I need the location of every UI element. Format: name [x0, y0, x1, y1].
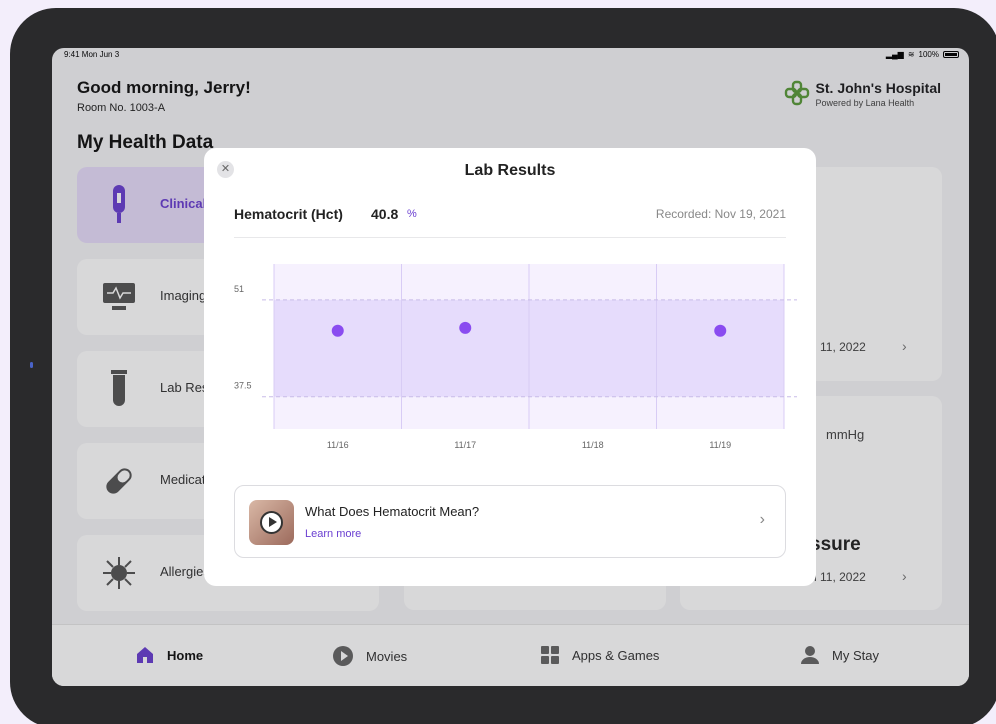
- x-tick-label: 11/17: [454, 440, 476, 450]
- screen: 9:41 Mon Jun 3 ▂▄▆ ≋ 100% Good morning, …: [52, 48, 969, 686]
- metric-value: 40.8: [371, 206, 399, 222]
- data-point: [714, 324, 727, 337]
- data-point: [331, 324, 344, 337]
- recorded-date: Recorded: Nov 19, 2021: [655, 207, 786, 221]
- learn-title: What Does Hematocrit Mean?: [305, 504, 480, 519]
- chevron-right-icon: ›: [759, 511, 765, 528]
- data-point: [459, 321, 472, 334]
- side-button: [30, 362, 33, 368]
- x-tick-label: 11/19: [709, 440, 731, 450]
- metric-name: Hematocrit (Hct): [234, 206, 343, 222]
- metric-row: Hematocrit (Hct) 40.8 % Recorded: Nov 19…: [234, 206, 786, 238]
- x-tick-label: 11/16: [327, 440, 349, 450]
- learn-more-link[interactable]: Learn more: [305, 528, 361, 540]
- play-icon: [260, 511, 283, 534]
- learn-more-card[interactable]: What Does Hematocrit Mean? Learn more ›: [234, 485, 786, 558]
- y-tick-label: 51: [234, 284, 244, 294]
- video-thumbnail: [249, 500, 294, 545]
- hematocrit-chart: 37.5 51 11/16 11/17 11/18 11/19: [234, 264, 797, 450]
- lab-results-modal: ✕ Lab Results Hematocrit (Hct) 40.8 % Re…: [204, 148, 816, 586]
- modal-title: Lab Results: [464, 162, 556, 179]
- x-tick-label: 11/18: [582, 440, 604, 450]
- y-tick-label: 37.5: [234, 381, 252, 391]
- metric-unit: %: [407, 208, 417, 220]
